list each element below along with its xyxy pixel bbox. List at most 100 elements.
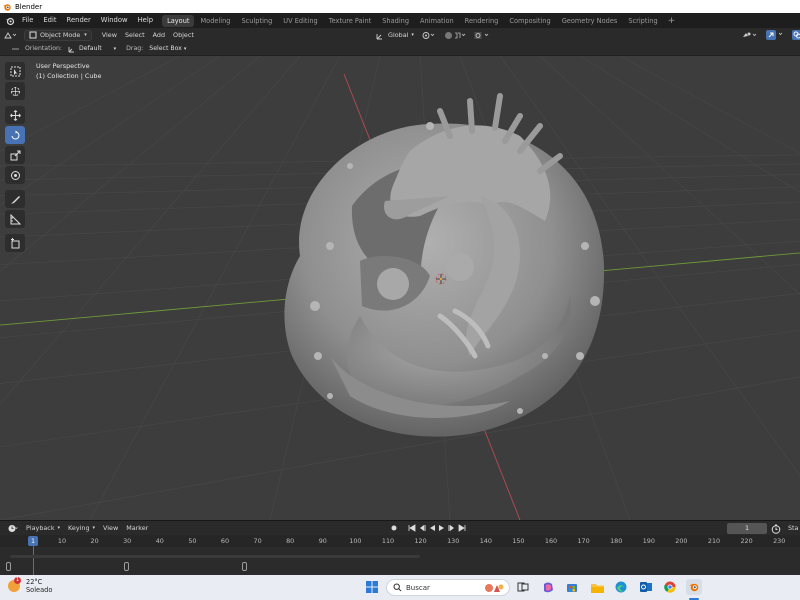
measure-tool[interactable]: [5, 210, 25, 228]
transform-orientation-selector[interactable]: Global ▾: [372, 30, 418, 41]
overlays-icon: [792, 30, 800, 40]
overlays-toggle-button[interactable]: [788, 30, 800, 41]
next-keyframe-icon[interactable]: [447, 523, 457, 533]
menu-playback[interactable]: Playback ▾: [22, 524, 64, 532]
tab-compositing[interactable]: Compositing: [504, 15, 555, 27]
menu-render[interactable]: Render: [62, 13, 96, 28]
current-frame-input[interactable]: 1: [727, 523, 767, 534]
play-reverse-icon[interactable]: [427, 523, 437, 533]
jump-start-icon[interactable]: [407, 523, 417, 533]
3d-viewport[interactable]: User Perspective (1) Collection | Cube: [0, 56, 800, 520]
transform-tool[interactable]: [5, 166, 25, 184]
menu-object[interactable]: Object: [169, 30, 198, 41]
start-frame-label[interactable]: Sta: [788, 524, 798, 532]
keyframe-handle[interactable]: [124, 562, 129, 571]
copilot-icon[interactable]: [540, 579, 556, 595]
cursor-tool[interactable]: [5, 82, 25, 100]
microsoft-store-icon[interactable]: [564, 579, 580, 595]
viewport-header: Object Mode ▾ View Select Add Object Glo…: [0, 28, 800, 42]
windows-start-icon[interactable]: [364, 579, 380, 595]
viewport-overlay-controls: [738, 28, 800, 42]
drag-dropdown[interactable]: Select Box ▾: [146, 45, 189, 52]
search-placeholder: Buscar: [406, 583, 430, 592]
workspace-tabs: Layout Modeling Sculpting UV Editing Tex…: [162, 13, 679, 28]
ruler-tick-label: 40: [155, 537, 164, 545]
scale-tool[interactable]: [5, 146, 25, 164]
tab-uv-editing[interactable]: UV Editing: [278, 15, 322, 27]
tab-modeling[interactable]: Modeling: [195, 15, 235, 27]
task-view-icon[interactable]: [515, 579, 531, 595]
ruler-tick-label: 70: [253, 537, 262, 545]
file-explorer-icon[interactable]: [589, 579, 605, 595]
timeline-scrollbar[interactable]: [10, 555, 420, 558]
timeline-editor-type[interactable]: [4, 524, 22, 533]
ruler-tick-label: 170: [577, 537, 590, 545]
menu-view[interactable]: View: [98, 30, 121, 41]
scene-start-marker[interactable]: [6, 562, 11, 571]
rotate-tool[interactable]: [5, 126, 25, 144]
tab-texture-paint[interactable]: Texture Paint: [324, 15, 377, 27]
tab-geometry-nodes[interactable]: Geometry Nodes: [557, 15, 623, 27]
menu-add[interactable]: Add: [149, 30, 169, 41]
tab-sculpting[interactable]: Sculpting: [236, 15, 277, 27]
annotate-tool[interactable]: [5, 190, 25, 208]
weather-widget[interactable]: 1 22°C Soleado: [8, 577, 53, 594]
visibility-button[interactable]: [738, 30, 762, 41]
outlook-icon[interactable]: [638, 579, 654, 595]
menu-window[interactable]: Window: [96, 13, 133, 28]
chrome-browser-icon[interactable]: [662, 579, 678, 595]
menu-timeline-view[interactable]: View: [99, 524, 122, 532]
add-workspace-button[interactable]: +: [664, 16, 680, 26]
clock-icon: [8, 524, 18, 532]
prev-keyframe-icon[interactable]: [417, 523, 427, 533]
snap-button[interactable]: [440, 30, 470, 41]
jump-end-icon[interactable]: [457, 523, 467, 533]
pivot-point-button[interactable]: [418, 30, 440, 41]
blender-menu-icon[interactable]: [3, 13, 17, 28]
pivot-icon: [422, 31, 435, 39]
select-box-tool[interactable]: [5, 62, 25, 80]
orientation-dropdown[interactable]: Default ▾: [65, 45, 119, 53]
tab-animation[interactable]: Animation: [415, 15, 459, 27]
tab-scripting[interactable]: Scripting: [623, 15, 662, 27]
tab-rendering[interactable]: Rendering: [460, 15, 504, 27]
visibility-icon: [743, 32, 757, 37]
weather-status: Soleado: [26, 586, 53, 594]
menu-keying[interactable]: Keying ▾: [64, 524, 99, 532]
edge-browser-icon[interactable]: [613, 579, 629, 595]
frame-ruler[interactable]: 10 20 30 40 50 60 70 80 90 100 110 120 130 140 150 160 1…: [0, 535, 800, 547]
record-button[interactable]: [389, 523, 399, 533]
drag-field-label: Drag:: [126, 45, 144, 52]
editor-type-icon[interactable]: [0, 30, 20, 41]
mode-selector[interactable]: Object Mode ▾: [24, 29, 92, 41]
tab-layout[interactable]: Layout: [162, 14, 195, 27]
tab-shading[interactable]: Shading: [377, 15, 414, 27]
taskbar-search[interactable]: Buscar: [386, 579, 510, 596]
proportional-edit-button[interactable]: [470, 30, 496, 41]
notification-badge: 1: [14, 577, 21, 584]
menu-help[interactable]: Help: [133, 13, 159, 28]
timeline-body[interactable]: 10 20 30 40 50 60 70 80 90 100 110 120 130 140 150 160 1…: [0, 535, 800, 575]
add-cube-tool[interactable]: [5, 234, 25, 252]
menu-file[interactable]: File: [17, 13, 38, 28]
ruler-tick-label: 160: [544, 537, 558, 545]
orientation-value: Default: [79, 45, 102, 52]
move-tool[interactable]: [5, 106, 25, 124]
tool-settings-bar: Orientation: Default ▾ Drag: Select Box …: [0, 42, 800, 56]
mode-label: Object Mode: [40, 30, 81, 39]
menu-marker[interactable]: Marker: [122, 524, 152, 532]
move-icon: [9, 109, 21, 121]
ruler-tick-label: 200: [675, 537, 688, 545]
play-icon[interactable]: [437, 523, 447, 533]
tool-settings-collapse-icon[interactable]: [8, 46, 22, 52]
keyframe-handle[interactable]: [242, 562, 247, 571]
current-frame-indicator[interactable]: 1: [28, 536, 38, 546]
gizmo-toggle-button[interactable]: [762, 30, 788, 41]
playback-label: Playback: [26, 524, 55, 532]
search-highlight-icon: [485, 583, 504, 592]
ruler-tick-label: 230: [773, 537, 786, 545]
gizmo-icon: [766, 30, 783, 40]
menu-select[interactable]: Select: [121, 30, 149, 41]
blender-taskbar-icon[interactable]: [686, 579, 702, 595]
menu-edit[interactable]: Edit: [38, 13, 61, 28]
